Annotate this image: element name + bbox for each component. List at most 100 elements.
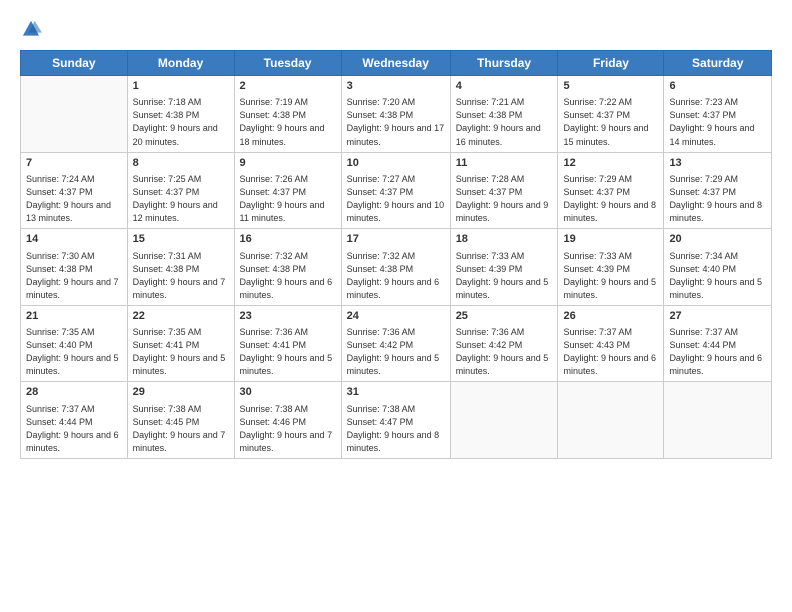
cell-info: Sunrise: 7:23 AMSunset: 4:37 PMDaylight:… <box>669 96 766 148</box>
cell-info: Sunrise: 7:36 AMSunset: 4:42 PMDaylight:… <box>456 326 553 378</box>
col-header-wednesday: Wednesday <box>341 51 450 76</box>
cell-info: Sunrise: 7:37 AMSunset: 4:44 PMDaylight:… <box>669 326 766 378</box>
header <box>20 18 772 40</box>
cell-info: Sunrise: 7:35 AMSunset: 4:41 PMDaylight:… <box>133 326 229 378</box>
calendar-cell: 10 Sunrise: 7:27 AMSunset: 4:37 PMDayligh… <box>341 152 450 229</box>
day-number: 27 <box>669 309 766 324</box>
calendar-cell: 26 Sunrise: 7:37 AMSunset: 4:43 PMDayligh… <box>558 305 664 382</box>
cell-info: Sunrise: 7:36 AMSunset: 4:42 PMDaylight:… <box>347 326 445 378</box>
cell-info: Sunrise: 7:32 AMSunset: 4:38 PMDaylight:… <box>240 250 336 302</box>
calendar-cell: 3 Sunrise: 7:20 AMSunset: 4:38 PMDaylight… <box>341 76 450 153</box>
cell-info: Sunrise: 7:30 AMSunset: 4:38 PMDaylight:… <box>26 250 122 302</box>
calendar-cell: 2 Sunrise: 7:19 AMSunset: 4:38 PMDaylight… <box>234 76 341 153</box>
cell-info: Sunrise: 7:32 AMSunset: 4:38 PMDaylight:… <box>347 250 445 302</box>
cell-info: Sunrise: 7:28 AMSunset: 4:37 PMDaylight:… <box>456 173 553 225</box>
calendar-cell: 8 Sunrise: 7:25 AMSunset: 4:37 PMDaylight… <box>127 152 234 229</box>
cell-info: Sunrise: 7:27 AMSunset: 4:37 PMDaylight:… <box>347 173 445 225</box>
cell-info: Sunrise: 7:37 AMSunset: 4:43 PMDaylight:… <box>563 326 658 378</box>
cell-info: Sunrise: 7:19 AMSunset: 4:38 PMDaylight:… <box>240 96 336 148</box>
week-row-3: 14Sunrise: 7:30 AMSunset: 4:38 PMDayligh… <box>21 229 772 306</box>
day-number: 17 <box>347 232 445 247</box>
calendar-cell: 5 Sunrise: 7:22 AMSunset: 4:37 PMDaylight… <box>558 76 664 153</box>
cell-info: Sunrise: 7:21 AMSunset: 4:38 PMDaylight:… <box>456 96 553 148</box>
calendar-cell: 31 Sunrise: 7:38 AMSunset: 4:47 PMDayligh… <box>341 382 450 459</box>
calendar-cell: 27 Sunrise: 7:37 AMSunset: 4:44 PMDayligh… <box>664 305 772 382</box>
day-number: 26 <box>563 309 658 324</box>
calendar-cell: 7 Sunrise: 7:24 AMSunset: 4:37 PMDaylight… <box>21 152 128 229</box>
day-number: 13 <box>669 156 766 171</box>
day-number: 20 <box>669 232 766 247</box>
day-number: 11 <box>456 156 553 171</box>
day-number: 3 <box>347 79 445 94</box>
day-number: 29 <box>133 385 229 400</box>
calendar-cell <box>558 382 664 459</box>
col-header-sunday: Sunday <box>21 51 128 76</box>
calendar-cell: 22 Sunrise: 7:35 AMSunset: 4:41 PMDayligh… <box>127 305 234 382</box>
day-number: 12 <box>563 156 658 171</box>
calendar-cell: 17 Sunrise: 7:32 AMSunset: 4:38 PMDayligh… <box>341 229 450 306</box>
day-number: 6 <box>669 79 766 94</box>
day-number: 10 <box>347 156 445 171</box>
week-row-2: 7 Sunrise: 7:24 AMSunset: 4:37 PMDaylight… <box>21 152 772 229</box>
calendar-cell: 28Sunrise: 7:37 AMSunset: 4:44 PMDayligh… <box>21 382 128 459</box>
day-number: 25 <box>456 309 553 324</box>
cell-info: Sunrise: 7:38 AMSunset: 4:46 PMDaylight:… <box>240 403 336 455</box>
calendar-cell: 13 Sunrise: 7:29 AMSunset: 4:37 PMDayligh… <box>664 152 772 229</box>
calendar-cell <box>21 76 128 153</box>
day-number: 2 <box>240 79 336 94</box>
calendar-cell: 29 Sunrise: 7:38 AMSunset: 4:45 PMDayligh… <box>127 382 234 459</box>
col-header-saturday: Saturday <box>664 51 772 76</box>
week-row-1: 1Sunrise: 7:18 AMSunset: 4:38 PMDaylight… <box>21 76 772 153</box>
calendar-cell: 30 Sunrise: 7:38 AMSunset: 4:46 PMDayligh… <box>234 382 341 459</box>
logo <box>20 18 46 40</box>
day-number: 21 <box>26 309 122 324</box>
day-number: 24 <box>347 309 445 324</box>
cell-info: Sunrise: 7:26 AMSunset: 4:37 PMDaylight:… <box>240 173 336 225</box>
day-number: 16 <box>240 232 336 247</box>
cell-info: Sunrise: 7:25 AMSunset: 4:37 PMDaylight:… <box>133 173 229 225</box>
calendar-cell: 25 Sunrise: 7:36 AMSunset: 4:42 PMDayligh… <box>450 305 558 382</box>
cell-info: Sunrise: 7:29 AMSunset: 4:37 PMDaylight:… <box>669 173 766 225</box>
cell-info: Sunrise: 7:20 AMSunset: 4:38 PMDaylight:… <box>347 96 445 148</box>
calendar-cell: 24 Sunrise: 7:36 AMSunset: 4:42 PMDayligh… <box>341 305 450 382</box>
calendar-cell: 6 Sunrise: 7:23 AMSunset: 4:37 PMDaylight… <box>664 76 772 153</box>
logo-icon <box>20 18 42 40</box>
calendar-cell: 1Sunrise: 7:18 AMSunset: 4:38 PMDaylight… <box>127 76 234 153</box>
cell-info: Sunrise: 7:37 AMSunset: 4:44 PMDaylight:… <box>26 403 122 455</box>
day-number: 18 <box>456 232 553 247</box>
page: SundayMondayTuesdayWednesdayThursdayFrid… <box>0 0 792 612</box>
day-number: 15 <box>133 232 229 247</box>
day-number: 7 <box>26 156 122 171</box>
calendar-cell: 11 Sunrise: 7:28 AMSunset: 4:37 PMDayligh… <box>450 152 558 229</box>
cell-info: Sunrise: 7:36 AMSunset: 4:41 PMDaylight:… <box>240 326 336 378</box>
calendar-cell: 16 Sunrise: 7:32 AMSunset: 4:38 PMDayligh… <box>234 229 341 306</box>
cell-info: Sunrise: 7:38 AMSunset: 4:45 PMDaylight:… <box>133 403 229 455</box>
day-number: 31 <box>347 385 445 400</box>
calendar-header-row: SundayMondayTuesdayWednesdayThursdayFrid… <box>21 51 772 76</box>
cell-info: Sunrise: 7:22 AMSunset: 4:37 PMDaylight:… <box>563 96 658 148</box>
day-number: 30 <box>240 385 336 400</box>
calendar-cell: 12Sunrise: 7:29 AMSunset: 4:37 PMDayligh… <box>558 152 664 229</box>
calendar-cell: 19 Sunrise: 7:33 AMSunset: 4:39 PMDayligh… <box>558 229 664 306</box>
calendar-cell: 20 Sunrise: 7:34 AMSunset: 4:40 PMDayligh… <box>664 229 772 306</box>
day-number: 8 <box>133 156 229 171</box>
calendar-cell: 14Sunrise: 7:30 AMSunset: 4:38 PMDayligh… <box>21 229 128 306</box>
cell-info: Sunrise: 7:33 AMSunset: 4:39 PMDaylight:… <box>563 250 658 302</box>
calendar-cell: 23Sunrise: 7:36 AMSunset: 4:41 PMDayligh… <box>234 305 341 382</box>
cell-info: Sunrise: 7:34 AMSunset: 4:40 PMDaylight:… <box>669 250 766 302</box>
calendar-cell: 15Sunrise: 7:31 AMSunset: 4:38 PMDayligh… <box>127 229 234 306</box>
cell-info: Sunrise: 7:35 AMSunset: 4:40 PMDaylight:… <box>26 326 122 378</box>
day-number: 22 <box>133 309 229 324</box>
col-header-thursday: Thursday <box>450 51 558 76</box>
week-row-5: 28Sunrise: 7:37 AMSunset: 4:44 PMDayligh… <box>21 382 772 459</box>
day-number: 19 <box>563 232 658 247</box>
calendar-cell <box>450 382 558 459</box>
cell-info: Sunrise: 7:24 AMSunset: 4:37 PMDaylight:… <box>26 173 122 225</box>
day-number: 1 <box>133 79 229 94</box>
day-number: 5 <box>563 79 658 94</box>
cell-info: Sunrise: 7:38 AMSunset: 4:47 PMDaylight:… <box>347 403 445 455</box>
calendar-cell <box>664 382 772 459</box>
cell-info: Sunrise: 7:33 AMSunset: 4:39 PMDaylight:… <box>456 250 553 302</box>
calendar-cell: 9Sunrise: 7:26 AMSunset: 4:37 PMDaylight… <box>234 152 341 229</box>
col-header-friday: Friday <box>558 51 664 76</box>
